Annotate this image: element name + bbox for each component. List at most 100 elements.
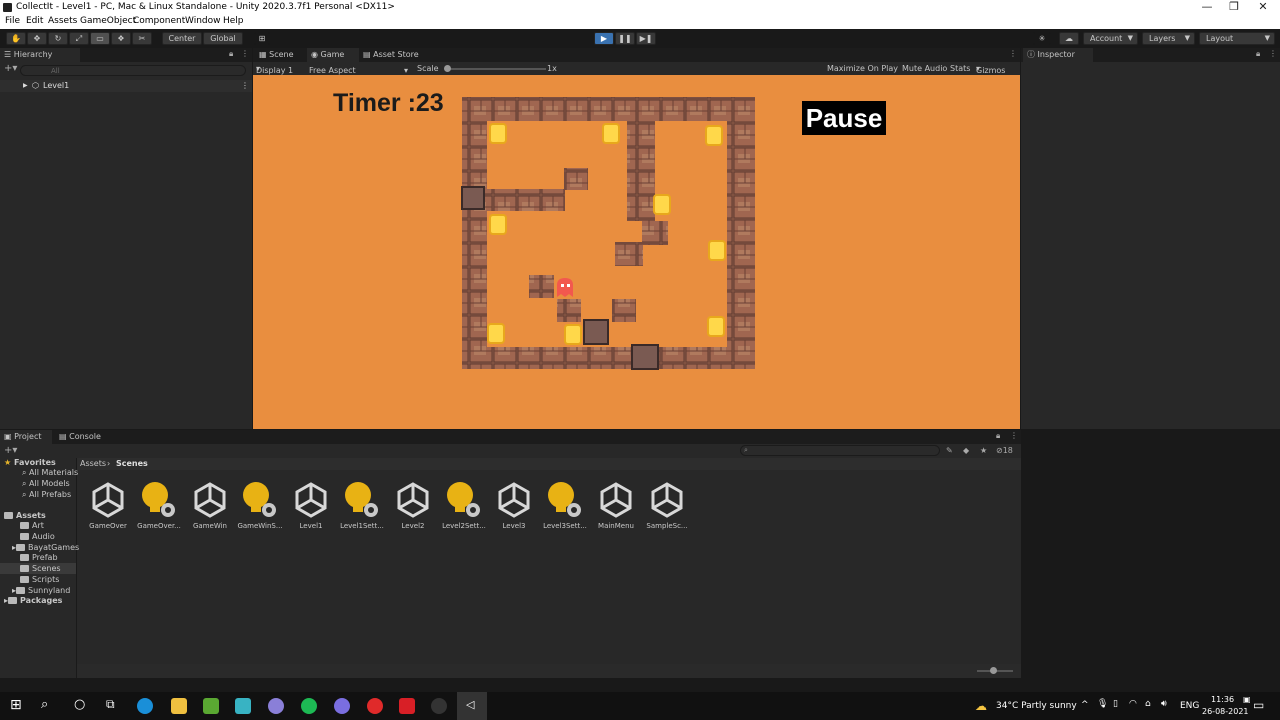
menu-file[interactable]: File (5, 16, 20, 26)
folder-item[interactable]: Audio (20, 532, 55, 541)
scale-slider-handle[interactable] (444, 65, 451, 72)
pivot-rotation-toggle[interactable]: Global (203, 32, 243, 45)
kebab-menu-icon[interactable]: ⋮ (1010, 431, 1018, 440)
tab-console[interactable]: ▤ Console (55, 430, 110, 444)
lock-icon[interactable]: 🔒︎ (1256, 49, 1260, 59)
move-tool-icon[interactable]: ✥ (27, 32, 47, 45)
favorite-item[interactable]: ⌕ All Models (22, 479, 70, 489)
kebab-menu-icon[interactable]: ⋮ (241, 80, 249, 92)
cloud-icon[interactable]: ☁ (1059, 32, 1079, 45)
tab-inspector[interactable]: ⓘ Inspector (1023, 48, 1093, 62)
network-icon[interactable]: ⌂ (1145, 699, 1151, 709)
stats-toggle[interactable]: Stats (950, 64, 970, 73)
favorite-item[interactable]: ⌕ All Materials (22, 468, 78, 478)
layout-dropdown[interactable]: Layout ▼ (1199, 32, 1275, 45)
project-search-input[interactable]: ⌕ (740, 445, 940, 456)
favorites-header[interactable]: ★ Favorites (4, 458, 56, 467)
search-icon[interactable]: ⌕ (41, 697, 48, 712)
icon-size-handle[interactable] (990, 667, 997, 674)
discord-icon[interactable] (334, 698, 350, 714)
folder-item[interactable]: Prefab (20, 553, 58, 562)
kebab-menu-icon[interactable]: ⋮ (1009, 49, 1017, 58)
tray-chevron-icon[interactable]: ^ (1081, 700, 1089, 710)
assets-folder[interactable]: Assets (4, 511, 46, 520)
menu-help[interactable]: Help (223, 16, 244, 26)
folder-item[interactable]: Art (20, 521, 44, 530)
meet-now-icon[interactable]: ▣ (1243, 695, 1251, 704)
step-button[interactable]: ▶❚ (636, 32, 656, 45)
menu-gameobject[interactable]: GameObject (80, 16, 136, 26)
pause-button[interactable]: Pause (802, 101, 886, 135)
clock-time[interactable]: 11:36 (1211, 695, 1234, 704)
rotate-tool-icon[interactable]: ↻ (48, 32, 68, 45)
scale-slider-track[interactable] (446, 68, 546, 70)
pivot-mode-toggle[interactable]: Center (162, 32, 202, 45)
windows-start-icon[interactable]: ⊞ (10, 697, 22, 713)
create-filter-icon[interactable]: ✎ (946, 446, 953, 455)
maximize-on-play-toggle[interactable]: Maximize On Play (827, 64, 898, 73)
device-icon[interactable]: ▯ (1113, 699, 1118, 709)
hidden-packages-toggle[interactable]: ⊘18 (996, 446, 1013, 455)
close-icon[interactable]: ✕ (1246, 0, 1280, 15)
wifi-icon[interactable]: ◠ (1129, 699, 1137, 709)
task-view-icon[interactable]: ⧉ (106, 697, 115, 712)
tab-project[interactable]: ▣ Project (0, 430, 52, 444)
hierarchy-search-input[interactable]: All (20, 65, 246, 76)
hierarchy-item-level1[interactable]: ▶ ⬡ Level1 ⋮ (0, 80, 252, 92)
lock-icon[interactable]: 🔒︎ (996, 431, 1000, 441)
account-dropdown[interactable]: Account ▼ (1083, 32, 1138, 45)
tab-game[interactable]: ◉ Game (307, 48, 359, 62)
grid-snap-icon[interactable]: ⊞ (254, 32, 270, 45)
weather-icon[interactable]: ☁ (975, 699, 987, 713)
label-filter-icon[interactable]: ◆ (963, 446, 969, 455)
kebab-menu-icon[interactable]: ⋮ (1269, 49, 1277, 58)
edge-browser-icon[interactable] (137, 698, 153, 714)
hand-tool-icon[interactable]: ✋ (6, 32, 26, 45)
unity-taskbar-button[interactable]: ◁ (457, 692, 487, 720)
tab-asset-store[interactable]: ▤ Asset Store (359, 48, 429, 62)
rect-tool-icon[interactable]: ▭ (90, 32, 110, 45)
breadcrumb-scenes[interactable]: Scenes (116, 459, 148, 468)
mute-audio-toggle[interactable]: Mute Audio (902, 64, 947, 73)
menu-edit[interactable]: Edit (26, 16, 43, 26)
opera-icon[interactable] (367, 698, 383, 714)
scale-tool-icon[interactable]: ⤢ (69, 32, 89, 45)
favorite-item[interactable]: ⌕ All Prefabs (22, 490, 71, 500)
layers-dropdown[interactable]: Layers ▼ (1142, 32, 1195, 45)
folder-item[interactable]: ▸ BayatGames (12, 543, 79, 552)
weather-text[interactable]: 34°C Partly sunny (996, 701, 1077, 711)
language-indicator[interactable]: ENG (1180, 701, 1199, 711)
folder-item[interactable]: Scripts (20, 575, 59, 584)
menu-assets[interactable]: Assets (48, 16, 77, 26)
pause-play-button[interactable]: ❚❚ (615, 32, 635, 45)
play-button[interactable]: ▶ (594, 32, 614, 45)
add-object-button[interactable]: +▾ (4, 63, 17, 74)
create-asset-button[interactable]: +▾ (4, 445, 17, 456)
transform-tool-icon[interactable]: ❖ (111, 32, 131, 45)
collab-icon[interactable]: ✳ (1033, 32, 1051, 45)
file-explorer-icon[interactable] (171, 698, 187, 714)
game-view[interactable]: Timer :23 Pause (253, 75, 1020, 429)
tab-scene[interactable]: ▦ Scene (255, 48, 307, 62)
kebab-menu-icon[interactable]: ⋮ (241, 49, 249, 58)
custom-tool-icon[interactable]: ✂ (132, 32, 152, 45)
microphone-icon[interactable]: 🎙︎ (1097, 699, 1108, 709)
app-circle-icon[interactable] (268, 698, 284, 714)
display-dropdown[interactable]: Display 1 ▾ (256, 64, 293, 75)
folder-item-scenes[interactable]: Scenes (20, 564, 61, 573)
packages-folder[interactable]: ▸ Packages (4, 596, 62, 605)
spotify-icon[interactable] (301, 698, 317, 714)
netflix-icon[interactable] (399, 698, 415, 714)
clock-date[interactable]: 26-08-2021 (1202, 707, 1249, 716)
cortana-icon[interactable]: ○ (74, 697, 85, 712)
folder-item[interactable]: ▸ Sunnyland (12, 586, 70, 595)
favorite-star-icon[interactable]: ★ (980, 446, 987, 455)
mindomo-icon[interactable] (235, 698, 251, 714)
breadcrumb-assets[interactable]: Assets (80, 459, 106, 468)
menu-component[interactable]: Component (133, 16, 185, 26)
nvidia-icon[interactable] (203, 698, 219, 714)
gizmos-dropdown[interactable]: Gizmos ▾ (976, 64, 1005, 75)
unreal-icon[interactable] (431, 698, 447, 714)
expand-arrow-icon[interactable]: ▶ (23, 80, 28, 92)
menu-window[interactable]: Window (185, 16, 221, 26)
